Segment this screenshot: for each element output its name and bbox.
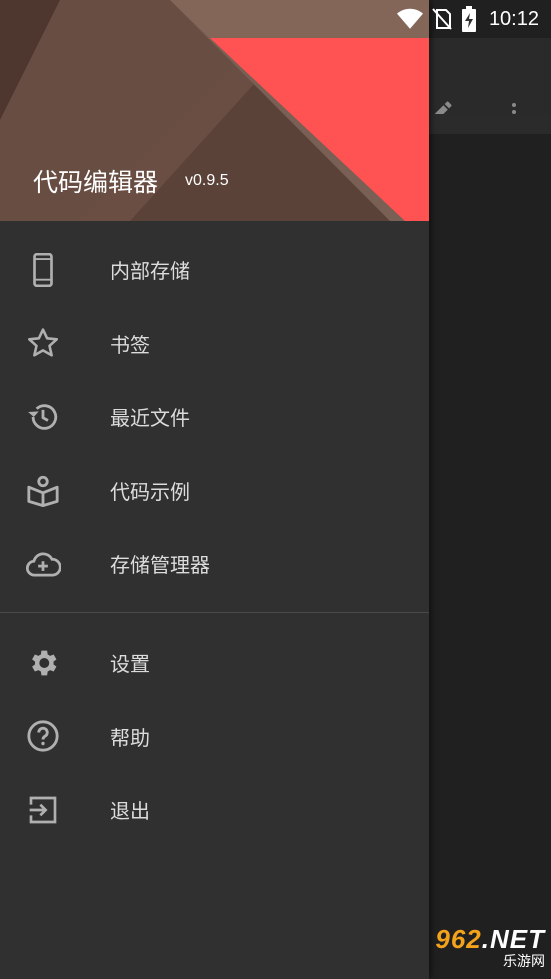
app-version: v0.9.5 [185,172,229,189]
menu-item-recent-files[interactable]: 最近文件 [0,380,429,454]
gear-icon [24,644,62,682]
drawer-menu: 内部存储 书签 最近文件 代码示例 存储管理器 [0,233,429,601]
no-sim-icon [431,7,453,31]
help-icon [24,717,62,755]
menu-item-exit[interactable]: 退出 [0,773,429,847]
menu-item-label: 最近文件 [110,406,190,431]
menu-item-code-examples[interactable]: 代码示例 [0,454,429,528]
book-icon [24,471,62,509]
menu-item-label: 代码示例 [110,479,190,504]
menu-item-settings[interactable]: 设置 [0,626,429,700]
menu-item-help[interactable]: 帮助 [0,700,429,774]
wifi-icon [396,8,423,30]
cloud-add-icon [24,545,62,583]
menu-item-internal-storage[interactable]: 内部存储 [0,233,429,307]
watermark-bottom: 乐游网 [503,954,545,970]
watermark-logo: 962.NET 乐游网 [435,924,545,971]
menu-item-bookmarks[interactable]: 书签 [0,307,429,381]
phone-icon [24,251,62,289]
menu-item-label: 书签 [110,332,150,357]
battery-charging-icon [461,6,477,32]
menu-item-label: 退出 [110,799,150,824]
menu-item-label: 内部存储 [110,259,190,284]
watermark-number: 962 [435,924,482,954]
menu-item-label: 帮助 [110,725,150,750]
menu-item-label: 存储管理器 [110,553,210,578]
history-icon [24,398,62,436]
menu-divider [0,612,429,613]
watermark-suffix: .NET [481,924,545,954]
star-icon [24,324,62,362]
status-bar: 10:12 [0,0,551,38]
status-time: 10:12 [488,7,539,30]
menu-item-label: 设置 [110,652,150,677]
navigation-drawer: 代码编辑器 v0.9.5 内部存储 书签 最近文件 代码示例 存储管理器 设置 … [0,0,429,979]
app-title: 代码编辑器 [33,168,159,197]
exit-icon [24,791,62,829]
drawer-secondary-menu: 设置 帮助 退出 [0,626,429,847]
menu-item-storage-manager[interactable]: 存储管理器 [0,527,429,601]
